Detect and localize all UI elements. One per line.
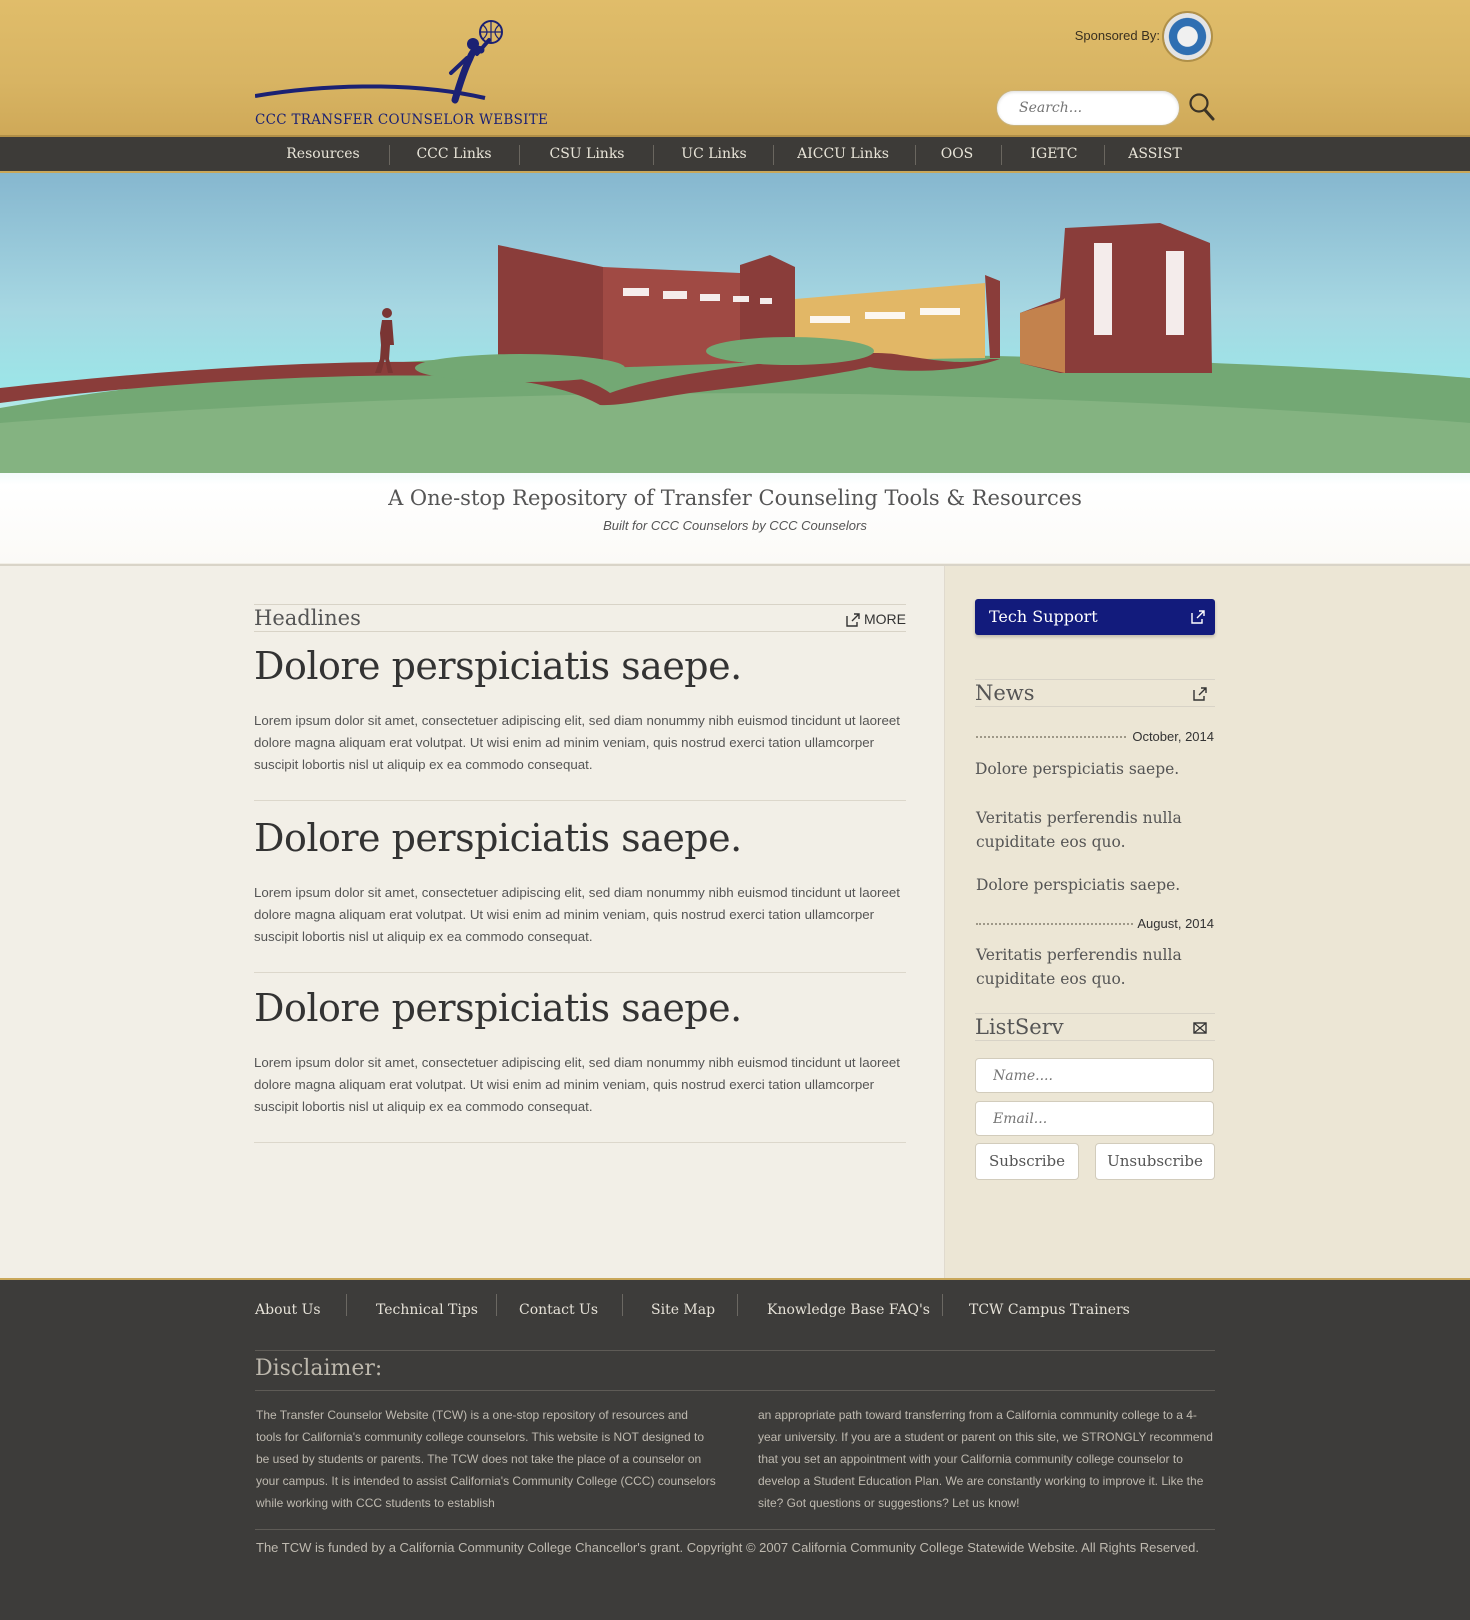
subscribe-button[interactable]: Subscribe [975,1143,1079,1180]
external-link-icon[interactable] [1193,687,1207,701]
mail-icon[interactable] [1193,1021,1207,1035]
footer-divider [942,1294,943,1316]
unsubscribe-button[interactable]: Unsubscribe [1095,1143,1215,1180]
footer-link-site-map[interactable]: Site Map [651,1302,715,1318]
nav-item-aiccu-links[interactable]: AICCU Links [784,137,902,171]
main-nav: Resources CCC Links CSU Links UC Links A… [0,137,1470,173]
nav-divider [773,145,774,165]
news-item[interactable]: Veritatis perferendis nulla cupiditate e… [976,943,1216,991]
listserv-header: ListServ [975,1013,1215,1041]
external-link-icon [846,613,860,627]
news-item[interactable]: Dolore perspiciatis saepe. [975,757,1215,781]
nav-divider [915,145,916,165]
article-body: Lorem ipsum dolor sit amet, consectetuer… [254,713,900,772]
footer-link-knowledge-base[interactable]: Knowledge Base FAQ's [767,1302,930,1318]
headline-article: Dolore perspiciatis saepe. Lorem ipsum d… [254,644,906,801]
footer-divider [622,1294,623,1316]
logo-text: CCC TRANSFER COUNSELOR WEBSITE [255,112,549,128]
tech-support-label: Tech Support [989,607,1098,626]
footer-rule [255,1529,1215,1530]
more-link[interactable]: MORE [846,611,906,627]
nav-item-igetc[interactable]: IGETC [1012,137,1096,171]
nav-divider [389,145,390,165]
news-header: News [975,679,1215,707]
site-logo[interactable]: CCC TRANSFER COUNSELOR WEBSITE [254,18,548,128]
disclaimer-text-right: an appropriate path toward transferring … [758,1408,1213,1510]
article-title[interactable]: Dolore perspiciatis saepe. [254,816,906,860]
nav-item-oos[interactable]: OOS [925,137,989,171]
headline-article: Dolore perspiciatis saepe. Lorem ipsum d… [254,816,906,973]
article-body: Lorem ipsum dolor sit amet, consectetuer… [254,885,900,944]
email-field[interactable] [975,1101,1214,1136]
tech-support-button[interactable]: Tech Support [975,599,1215,635]
nav-divider [1104,145,1105,165]
footer-divider [496,1294,497,1316]
footer-link-contact-us[interactable]: Contact Us [519,1302,598,1318]
nav-divider [1001,145,1002,165]
more-label: MORE [864,611,906,627]
hero-subtagline: Built for CCC Counselors by CCC Counselo… [603,518,867,533]
nav-item-resources[interactable]: Resources [270,137,376,171]
news-item[interactable]: Dolore perspiciatis saepe. [976,873,1216,897]
headlines-header: Headlines MORE [254,604,906,632]
article-title[interactable]: Dolore perspiciatis saepe. [254,986,906,1030]
hero-tagline: A One-stop Repository of Transfer Counse… [388,486,1082,510]
footer-rule [255,1350,1215,1351]
news-date: August, 2014 [1137,916,1214,931]
article-body: Lorem ipsum dolor sit amet, consectetuer… [254,1055,900,1114]
external-link-icon [1191,610,1205,624]
nav-item-assist[interactable]: ASSIST [1114,137,1196,171]
listserv-title: ListServ [975,1015,1064,1039]
date-divider [976,923,1133,925]
headline-article: Dolore perspiciatis saepe. Lorem ipsum d… [254,986,906,1143]
nav-item-uc-links[interactable]: UC Links [664,137,764,171]
footer-link-about-us[interactable]: About Us [255,1302,321,1318]
article-title[interactable]: Dolore perspiciatis saepe. [254,644,906,688]
footer-divider [737,1294,738,1316]
name-field[interactable] [975,1058,1214,1093]
campus-illustration [0,223,1470,473]
headlines-title: Headlines [254,606,361,630]
search-input[interactable] [996,90,1180,126]
nav-item-ccc-links[interactable]: CCC Links [400,137,508,171]
footer-link-campus-trainers[interactable]: TCW Campus Trainers [969,1302,1130,1318]
sponsor-label: Sponsored By: [1074,28,1160,43]
logo-figure-icon [254,20,503,104]
disclaimer-title: Disclaimer: [255,1356,383,1381]
nav-item-csu-links[interactable]: CSU Links [532,137,642,171]
copyright-text: The TCW is funded by a California Commun… [256,1540,1199,1555]
search-icon[interactable] [1188,92,1216,122]
date-divider [976,736,1126,738]
nav-divider [519,145,520,165]
news-item[interactable]: Veritatis perferendis nulla cupiditate e… [976,806,1216,854]
footer-rule [255,1390,1215,1391]
hero-banner: A One-stop Repository of Transfer Counse… [0,173,1470,563]
sponsor-seal-icon[interactable] [1162,11,1213,62]
news-date: October, 2014 [1132,729,1214,744]
nav-divider [653,145,654,165]
site-header: CCC TRANSFER COUNSELOR WEBSITE Sponsored… [0,0,1470,137]
footer-link-technical-tips[interactable]: Technical Tips [376,1302,478,1318]
disclaimer-text-left: The Transfer Counselor Website (TCW) is … [256,1408,716,1510]
footer-divider [346,1294,347,1316]
news-title: News [975,681,1035,705]
site-footer: About Us Technical Tips Contact Us Site … [0,1278,1470,1620]
